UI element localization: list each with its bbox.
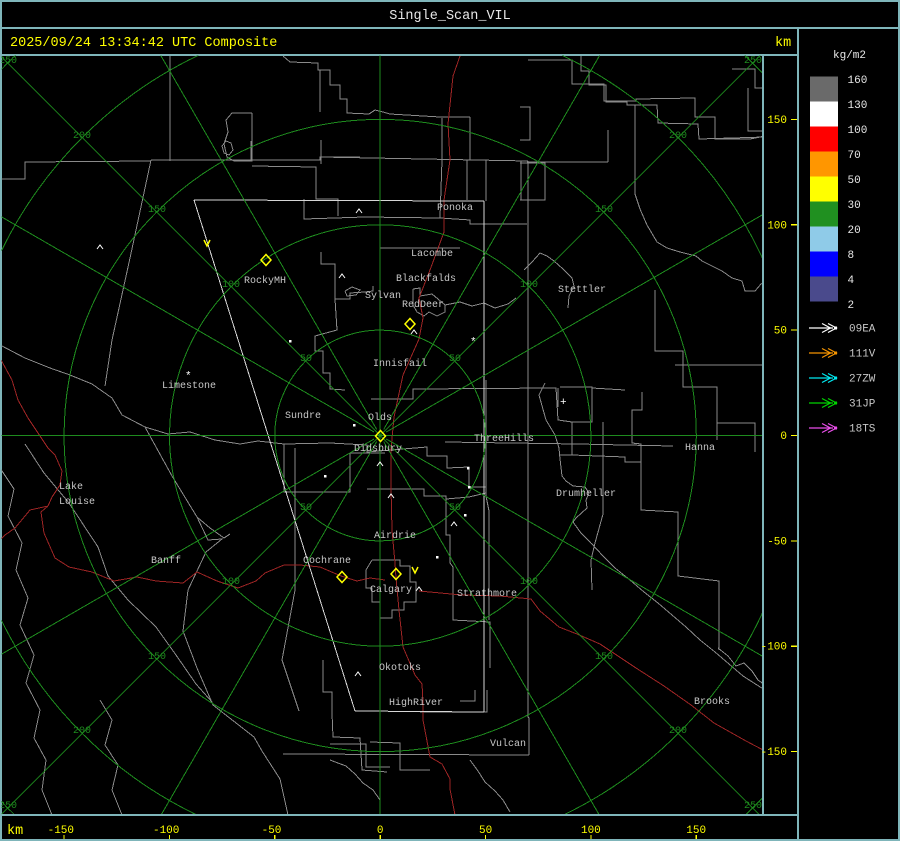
svg-text:160: 160 [848, 75, 868, 87]
svg-text:100: 100 [520, 577, 538, 588]
svg-text:70: 70 [848, 150, 861, 162]
svg-text:150: 150 [686, 825, 706, 837]
svg-text:Banff: Banff [151, 555, 181, 567]
svg-text:Vulcan: Vulcan [490, 738, 526, 750]
svg-text:Stettler: Stettler [558, 284, 606, 296]
svg-text:-50: -50 [767, 536, 787, 548]
svg-text:30: 30 [848, 200, 861, 212]
svg-text:*: * [470, 337, 477, 349]
svg-text:Ponoka: Ponoka [437, 202, 473, 214]
svg-text:Sylvan: Sylvan [365, 290, 401, 302]
svg-text:Lake: Lake [59, 481, 83, 493]
svg-text:250: 250 [0, 801, 17, 812]
svg-text:Louise: Louise [59, 496, 95, 508]
svg-text:kg/m2: kg/m2 [833, 50, 866, 62]
svg-text:Cochrane: Cochrane [303, 555, 351, 567]
svg-text:Airdrie: Airdrie [374, 530, 416, 542]
svg-text:Olds: Olds [368, 412, 392, 424]
svg-text:200: 200 [669, 131, 687, 142]
svg-text:150: 150 [148, 652, 166, 663]
svg-text:Hanna: Hanna [685, 443, 715, 454]
svg-text:RedDeer: RedDeer [402, 299, 444, 311]
svg-text:100: 100 [767, 220, 787, 232]
svg-text:20: 20 [848, 225, 861, 237]
svg-text:Strathmore: Strathmore [457, 588, 517, 600]
svg-text:Lacombe: Lacombe [411, 248, 453, 260]
svg-text:50: 50 [774, 326, 787, 338]
svg-text:100: 100 [222, 280, 240, 291]
svg-text:150: 150 [767, 115, 787, 127]
svg-text:-50: -50 [262, 825, 282, 837]
svg-text:-100: -100 [761, 642, 787, 654]
svg-text:Calgary: Calgary [370, 584, 412, 596]
svg-text:150: 150 [595, 205, 613, 216]
svg-text:18TS: 18TS [849, 424, 876, 436]
svg-text:+: + [560, 397, 567, 409]
svg-text:250: 250 [744, 801, 762, 812]
svg-text:Didsbury: Didsbury [354, 443, 402, 455]
svg-text:Sundre: Sundre [285, 410, 321, 422]
svg-text:km: km [7, 824, 23, 839]
svg-text:0: 0 [377, 825, 384, 837]
svg-text:150: 150 [148, 205, 166, 216]
svg-text:09EA: 09EA [849, 324, 876, 336]
svg-text:111V: 111V [849, 349, 876, 361]
svg-text:HighRiver: HighRiver [389, 697, 443, 709]
svg-text:31JP: 31JP [849, 399, 876, 411]
svg-text:8: 8 [848, 250, 855, 262]
svg-text:100: 100 [520, 280, 538, 291]
svg-text:50: 50 [300, 354, 312, 365]
svg-text:Blackfalds: Blackfalds [396, 273, 456, 285]
svg-text:Innisfail: Innisfail [373, 358, 427, 370]
svg-text:-150: -150 [761, 747, 787, 759]
svg-text:ThreeHills: ThreeHills [474, 433, 534, 445]
svg-text:0: 0 [780, 431, 787, 443]
svg-text:Limestone: Limestone [162, 380, 216, 392]
svg-text:50: 50 [479, 825, 492, 837]
svg-text:100: 100 [222, 577, 240, 588]
svg-text:-150: -150 [48, 825, 74, 837]
svg-text:Single_Scan_VIL: Single_Scan_VIL [389, 9, 511, 24]
svg-text:200: 200 [73, 726, 91, 737]
svg-text:250: 250 [0, 56, 17, 67]
svg-text:RockyMH: RockyMH [244, 275, 286, 287]
svg-text:100: 100 [581, 825, 601, 837]
svg-text:250: 250 [744, 56, 762, 67]
svg-text:200: 200 [669, 726, 687, 737]
svg-text:50: 50 [449, 354, 461, 365]
svg-text:-100: -100 [153, 825, 179, 837]
svg-text:27ZW: 27ZW [849, 374, 876, 386]
svg-text:50: 50 [848, 175, 861, 187]
svg-text:200: 200 [73, 131, 91, 142]
svg-text:100: 100 [848, 125, 868, 137]
svg-text:50: 50 [449, 503, 461, 514]
svg-text:km: km [775, 36, 791, 51]
svg-text:2025/09/24 13:34:42 UTC Compos: 2025/09/24 13:34:42 UTC Composite [10, 36, 277, 51]
svg-text:Okotoks: Okotoks [379, 662, 421, 674]
svg-text:4: 4 [848, 275, 855, 287]
svg-text:Drumheller: Drumheller [556, 488, 616, 500]
svg-text:50: 50 [300, 503, 312, 514]
svg-text:130: 130 [848, 100, 868, 112]
svg-text:2: 2 [848, 300, 855, 312]
svg-text:Brooks: Brooks [694, 696, 730, 708]
svg-text:150: 150 [595, 652, 613, 663]
